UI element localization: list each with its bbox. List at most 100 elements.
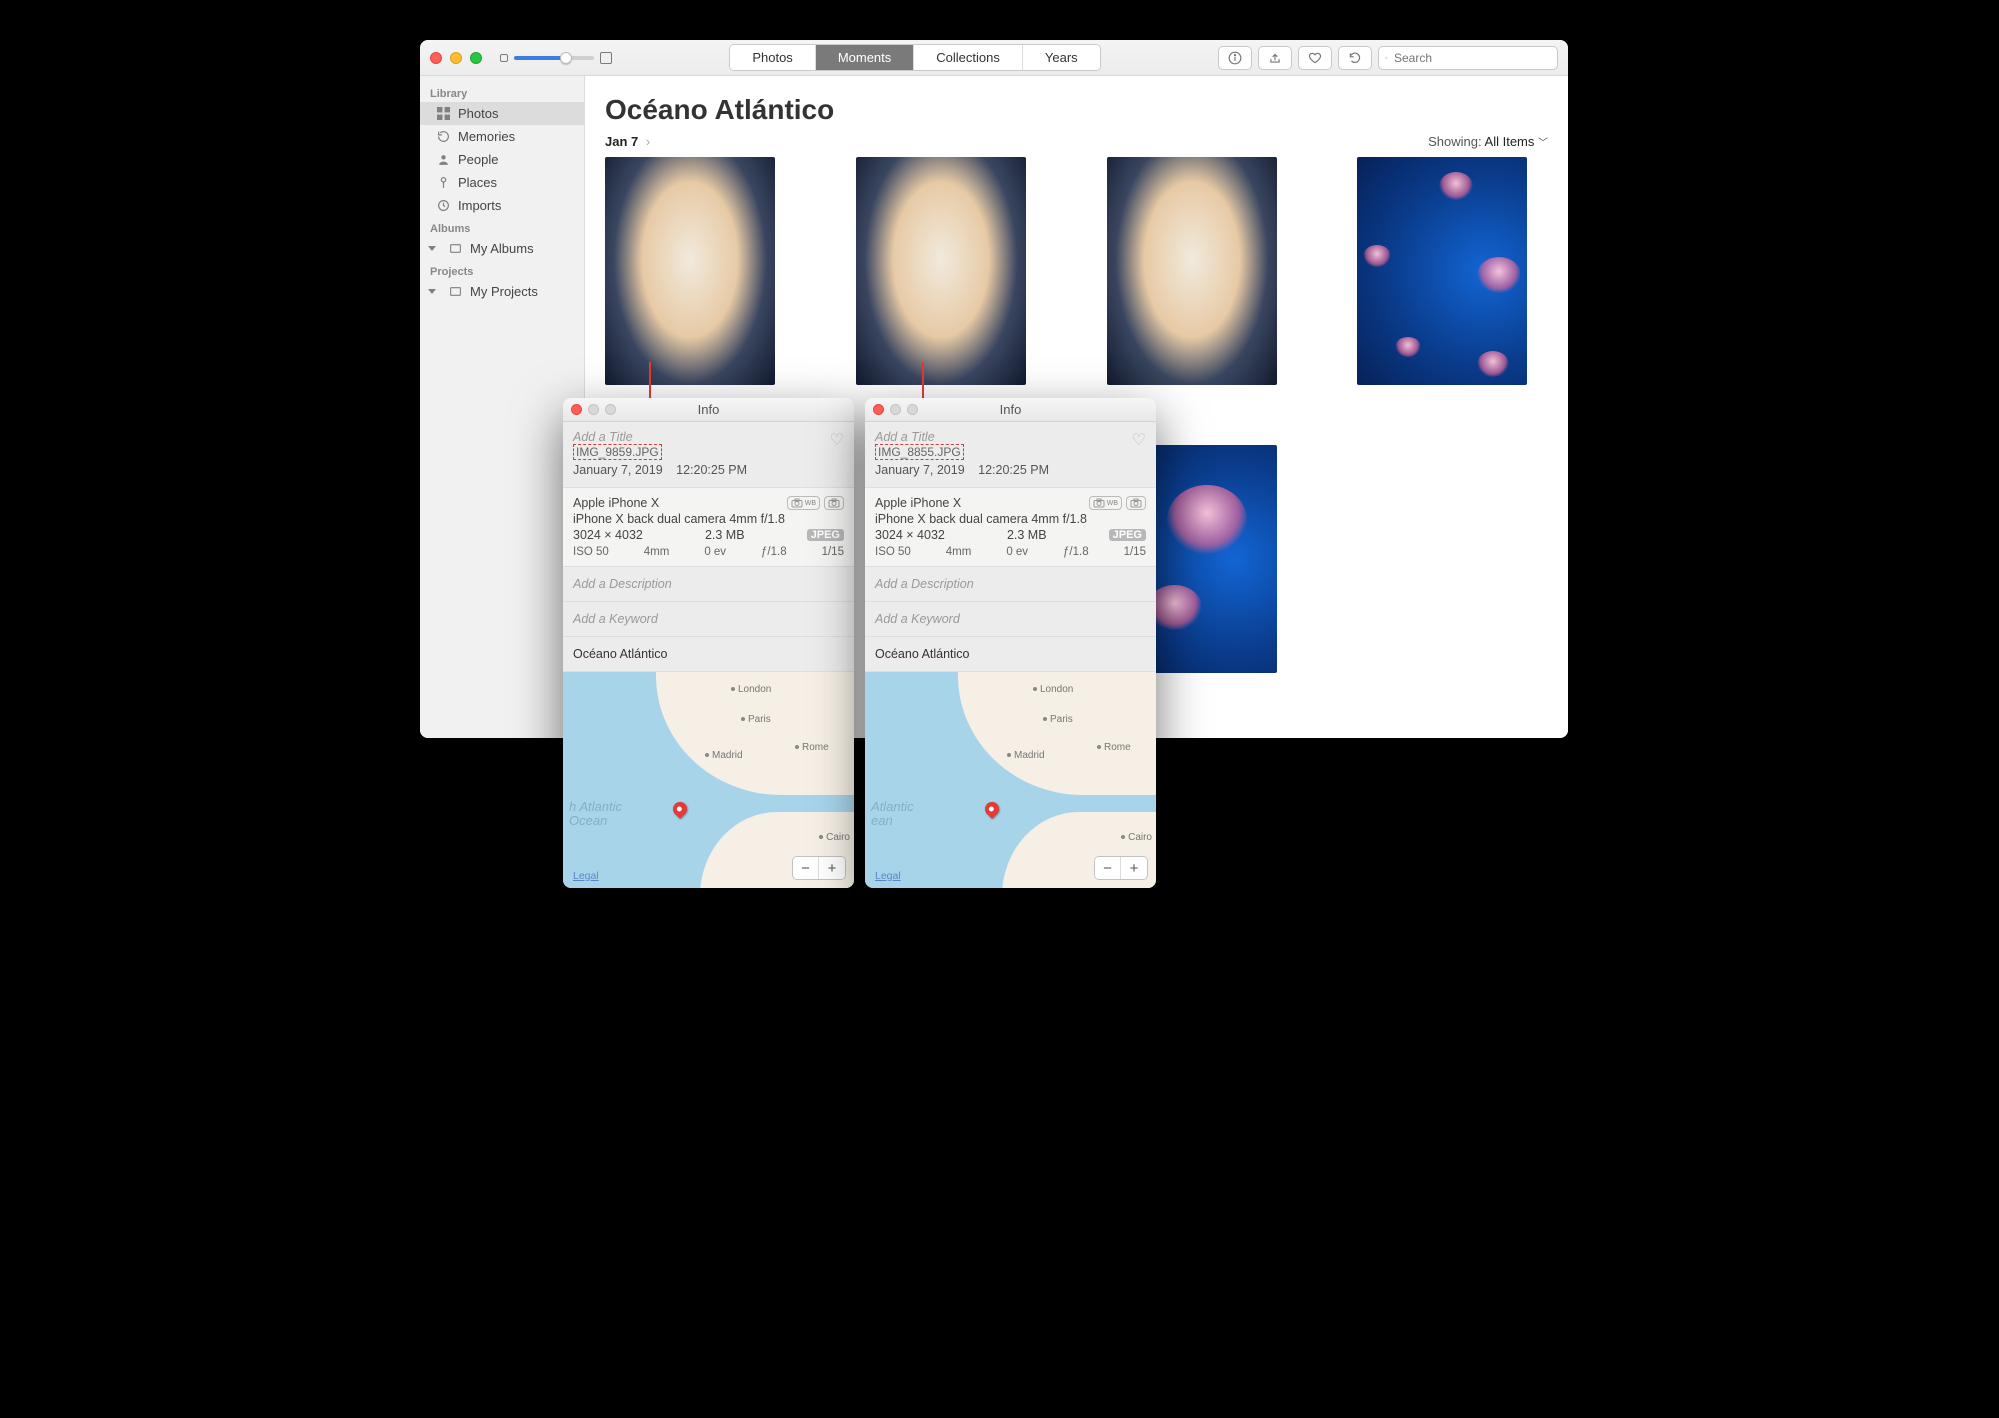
map-legal-link[interactable]: Legal [875,870,901,882]
chevron-down-icon [428,246,436,251]
sidebar-item-label: My Projects [470,284,538,299]
info-panel: Info Add a Title IMG_8855.JPG January 7,… [865,398,1156,888]
fullscreen-icon [605,404,616,415]
zoom-in-button[interactable]: + [1121,857,1147,879]
search-input[interactable] [1392,50,1551,66]
sidebar-item-photos[interactable]: Photos [420,102,584,125]
map-pin-icon [982,799,1002,819]
exif-aperture: ƒ/1.8 [1063,546,1089,558]
sidebar-item-places[interactable]: Places [420,171,584,194]
dimensions: 3024 × 4032 [573,528,643,542]
photo-thumbnail[interactable] [605,157,775,385]
chevron-down-icon: ﹀ [1538,138,1548,149]
thumbnail-zoom-slider[interactable] [500,52,612,64]
exif-ev: 0 ev [1006,546,1028,558]
view-tabs[interactable]: Photos Moments Collections Years [729,44,1100,71]
file-type-badge: JPEG [807,529,844,541]
sidebar-item-my-projects[interactable]: My Projects [420,280,584,303]
keyword-field[interactable]: Add a Keyword [865,602,1156,637]
fullscreen-icon[interactable] [470,52,482,64]
close-icon[interactable] [873,404,884,415]
photo-date: January 7, 2019 [573,463,663,477]
zoom-in-button[interactable]: + [819,857,845,879]
ocean-label: h Atlantic Ocean [569,800,622,829]
ocean-label: Atlantic ean [871,800,914,829]
camera-wb-icon: WB [787,496,820,510]
camera-wb-icon: WB [1089,496,1122,510]
location-map[interactable]: London Paris Madrid Rome Cairo h Atlanti… [563,672,854,888]
exif-shutter: 1/15 [1124,546,1146,558]
search-icon [1385,52,1388,64]
moment-date[interactable]: Jan 7 [605,134,638,149]
file-size: 2.3 MB [705,528,745,542]
photo-date: January 7, 2019 [875,463,965,477]
photo-time: 12:20:25 PM [676,463,747,477]
exif-iso: ISO 50 [875,546,911,558]
sidebar-item-label: People [458,152,498,167]
search-field[interactable] [1378,46,1558,70]
sidebar-item-label: Memories [458,129,515,144]
sidebar-header-projects: Projects [420,260,584,280]
clock-arrow-icon [436,130,450,143]
favorite-button[interactable]: ♡ [830,430,844,450]
showing-filter[interactable]: Showing: All Items ﹀ [1428,134,1548,149]
zoom-out-button[interactable]: − [793,857,819,879]
location-map[interactable]: London Paris Madrid Rome Cairo Atlantic … [865,672,1156,888]
favorite-button[interactable]: ♡ [1132,430,1146,450]
rotate-button[interactable] [1338,46,1372,70]
exif-ev: 0 ev [704,546,726,558]
camera-model: iPhone X back dual camera 4mm f/1.8 [875,512,1146,526]
tab-years[interactable]: Years [1023,45,1100,70]
chevron-right-icon: › [646,134,650,149]
tab-collections[interactable]: Collections [914,45,1023,70]
share-button[interactable] [1258,46,1292,70]
description-field[interactable]: Add a Description [563,567,854,602]
info-button[interactable] [1218,46,1252,70]
title-field[interactable]: Add a Title [573,430,747,444]
photo-thumbnail[interactable] [1357,157,1527,385]
exif-iso: ISO 50 [573,546,609,558]
description-field[interactable]: Add a Description [865,567,1156,602]
location-label: Océano Atlántico [865,637,1156,672]
pin-icon [436,176,450,189]
person-icon [436,153,450,166]
sidebar-item-people[interactable]: People [420,148,584,171]
sidebar-item-label: Imports [458,198,501,213]
zoom-out-button[interactable]: − [1095,857,1121,879]
window-titlebar: Photos Moments Collections Years [420,40,1568,76]
window-traffic-lights[interactable] [430,52,482,64]
photo-time: 12:20:25 PM [978,463,1049,477]
sidebar-header-library: Library [420,82,584,102]
favorite-button[interactable] [1298,46,1332,70]
tiles-icon [436,107,450,120]
camera-icon [824,496,844,510]
filename-highlight: IMG_9859.JPG [573,444,662,460]
album-icon [448,242,462,255]
close-icon[interactable] [571,404,582,415]
panel-title: Info [698,402,720,417]
photo-thumbnail[interactable] [856,157,1026,385]
map-zoom-control[interactable]: − + [792,856,846,880]
panel-titlebar: Info [865,398,1156,422]
sidebar-header-albums: Albums [420,217,584,237]
title-field[interactable]: Add a Title [875,430,1049,444]
keyword-field[interactable]: Add a Keyword [563,602,854,637]
tab-photos[interactable]: Photos [730,45,815,70]
album-icon [448,285,462,298]
sidebar-item-label: Places [458,175,497,190]
exif-focal: 4mm [644,546,670,558]
minimize-icon[interactable] [450,52,462,64]
tab-moments[interactable]: Moments [816,45,914,70]
close-icon[interactable] [430,52,442,64]
map-zoom-control[interactable]: − + [1094,856,1148,880]
sidebar-item-imports[interactable]: Imports [420,194,584,217]
photo-thumbnail[interactable] [1107,157,1277,385]
page-title: Océano Atlántico [605,94,1548,126]
info-panel: Info Add a Title IMG_9859.JPG January 7,… [563,398,854,888]
sidebar-item-memories[interactable]: Memories [420,125,584,148]
exif-focal: 4mm [946,546,972,558]
map-legal-link[interactable]: Legal [573,870,599,882]
file-type-badge: JPEG [1109,529,1146,541]
sidebar-item-my-albums[interactable]: My Albums [420,237,584,260]
file-size: 2.3 MB [1007,528,1047,542]
